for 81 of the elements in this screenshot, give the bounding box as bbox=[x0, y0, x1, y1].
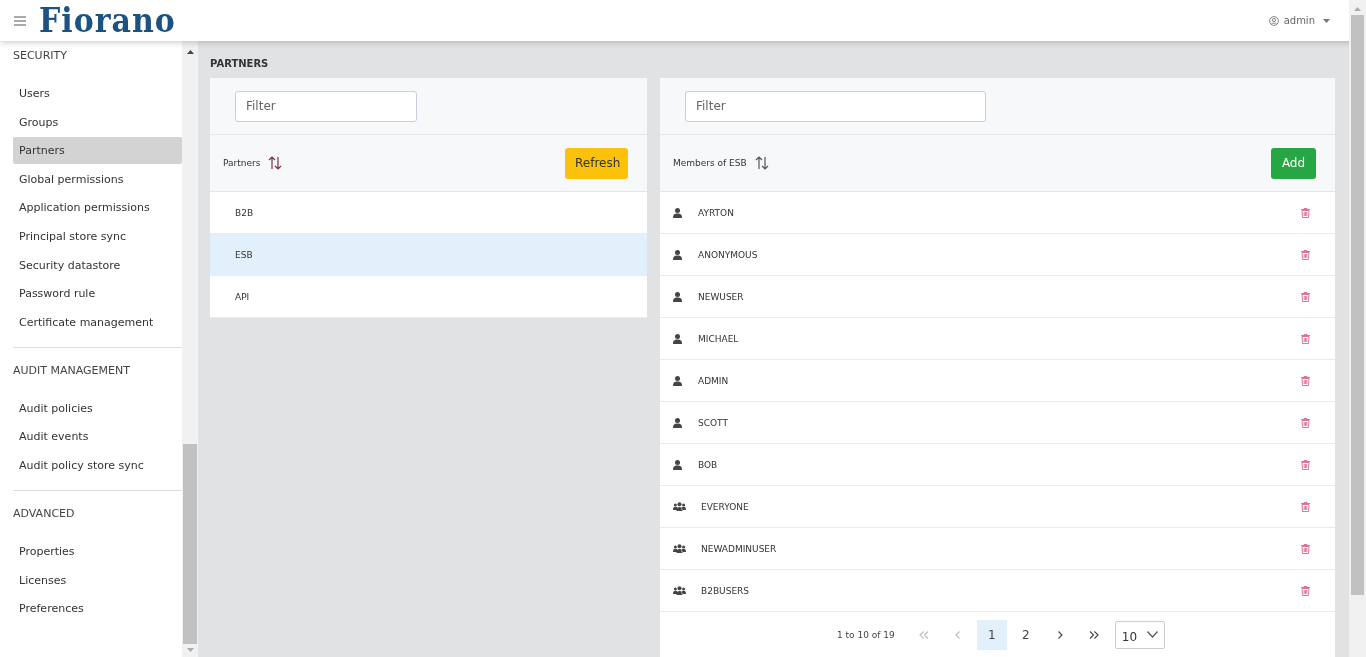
member-name: B2BUSERS bbox=[701, 585, 750, 596]
page-title: PARTNERS bbox=[210, 57, 270, 71]
partner-name: B2B bbox=[235, 207, 254, 218]
page-size-select[interactable]: 10 bbox=[1114, 620, 1165, 649]
double-chevron-left-icon bbox=[918, 630, 929, 639]
sidebar-item[interactable]: Licenses bbox=[13, 566, 182, 594]
menu-icon[interactable] bbox=[14, 15, 26, 26]
trash-icon[interactable] bbox=[1301, 375, 1310, 386]
caret-icon[interactable] bbox=[1323, 18, 1330, 23]
logo: Fiorano bbox=[39, 4, 176, 37]
sort-icon[interactable] bbox=[268, 156, 283, 170]
double-chevron-right-icon bbox=[1088, 630, 1099, 639]
record-count: 1 to 10 of 19 bbox=[837, 629, 895, 640]
sidebar-item[interactable]: Audit policy store sync bbox=[13, 451, 182, 479]
section-heading: AUDIT MANAGEMENT bbox=[13, 362, 131, 379]
sidebar-item[interactable]: Preferences bbox=[13, 595, 182, 623]
filter-field[interactable]: Filter bbox=[235, 90, 417, 122]
scrollbar-thumb[interactable] bbox=[183, 444, 197, 644]
page-button[interactable]: 2 bbox=[1010, 619, 1041, 650]
sidebar-item[interactable]: Partners bbox=[13, 137, 182, 165]
member-name: NEWADMINUSER bbox=[701, 543, 777, 554]
section-heading: SECURITY bbox=[13, 48, 68, 64]
scrollbar[interactable] bbox=[182, 41, 198, 657]
member-name: NEWUSER bbox=[698, 291, 744, 302]
sidebar-item[interactable]: Principal store sync bbox=[13, 222, 182, 250]
sidebar-item[interactable]: Password rule bbox=[13, 280, 182, 308]
user-icon bbox=[673, 333, 682, 344]
partner-row[interactable]: ESB bbox=[210, 234, 647, 276]
user-icon bbox=[673, 291, 682, 302]
trash-icon[interactable] bbox=[1301, 543, 1310, 554]
trash-icon[interactable] bbox=[1301, 249, 1310, 260]
partner-name: API bbox=[235, 291, 250, 302]
page-button[interactable]: 1 bbox=[976, 619, 1007, 650]
trash-icon[interactable] bbox=[1301, 501, 1310, 512]
users-icon bbox=[673, 502, 686, 511]
trash-icon[interactable] bbox=[1301, 417, 1310, 428]
user-icon bbox=[1268, 15, 1279, 26]
member-name: AYRTON bbox=[698, 207, 734, 218]
section-heading: ADVANCED bbox=[13, 505, 76, 522]
refresh-button[interactable]: Refresh bbox=[565, 147, 628, 179]
user-icon bbox=[673, 417, 682, 428]
member-name: SCOTT bbox=[698, 417, 728, 428]
trash-icon[interactable] bbox=[1301, 459, 1310, 470]
page-scrollbar[interactable] bbox=[1349, 0, 1366, 657]
sidebar-item[interactable]: Certificate management bbox=[13, 308, 182, 336]
user-icon bbox=[673, 375, 682, 386]
partner-row[interactable]: API bbox=[210, 276, 647, 318]
scroll-down-icon[interactable] bbox=[186, 648, 194, 652]
member-name: MICHAEL bbox=[698, 333, 739, 344]
user-menu[interactable]: admin bbox=[1283, 15, 1315, 26]
column-heading[interactable]: Members of ESB bbox=[673, 158, 747, 168]
sidebar-item[interactable]: Users bbox=[13, 80, 182, 107]
partner-name: ESB bbox=[235, 249, 253, 260]
chevron-down-icon bbox=[1146, 631, 1158, 638]
scrollbar-thumb[interactable] bbox=[1351, 15, 1364, 595]
users-icon bbox=[673, 544, 686, 553]
trash-icon[interactable] bbox=[1301, 585, 1310, 596]
sidebar-item[interactable]: Audit events bbox=[13, 423, 182, 451]
trash-icon[interactable] bbox=[1301, 291, 1310, 302]
user-icon bbox=[673, 249, 682, 260]
member-name: EVERYONE bbox=[701, 501, 749, 512]
scroll-up-icon[interactable] bbox=[186, 50, 194, 54]
user-icon bbox=[673, 459, 682, 470]
member-name: ADMIN bbox=[698, 375, 729, 386]
sidebar-item[interactable]: Application permissions bbox=[13, 194, 182, 222]
user-icon bbox=[673, 207, 682, 218]
chevron-left-icon bbox=[954, 630, 961, 639]
trash-icon[interactable] bbox=[1301, 333, 1310, 344]
member-name: BOB bbox=[698, 459, 718, 470]
sidebar-item[interactable]: Global permissions bbox=[13, 165, 182, 193]
column-heading[interactable]: Partners bbox=[223, 158, 261, 168]
users-icon bbox=[673, 586, 686, 595]
chevron-right-icon bbox=[1056, 630, 1063, 639]
sidebar-item[interactable]: Properties bbox=[13, 537, 182, 565]
sidebar-item[interactable]: Audit policies bbox=[13, 394, 182, 422]
sort-icon[interactable] bbox=[754, 156, 769, 170]
member-name: ANONYMOUS bbox=[698, 249, 758, 260]
sidebar-item[interactable]: Security datastore bbox=[13, 251, 182, 279]
sidebar-item[interactable]: Groups bbox=[13, 108, 182, 136]
trash-icon[interactable] bbox=[1301, 207, 1310, 218]
filter-field[interactable]: Filter bbox=[685, 90, 986, 122]
